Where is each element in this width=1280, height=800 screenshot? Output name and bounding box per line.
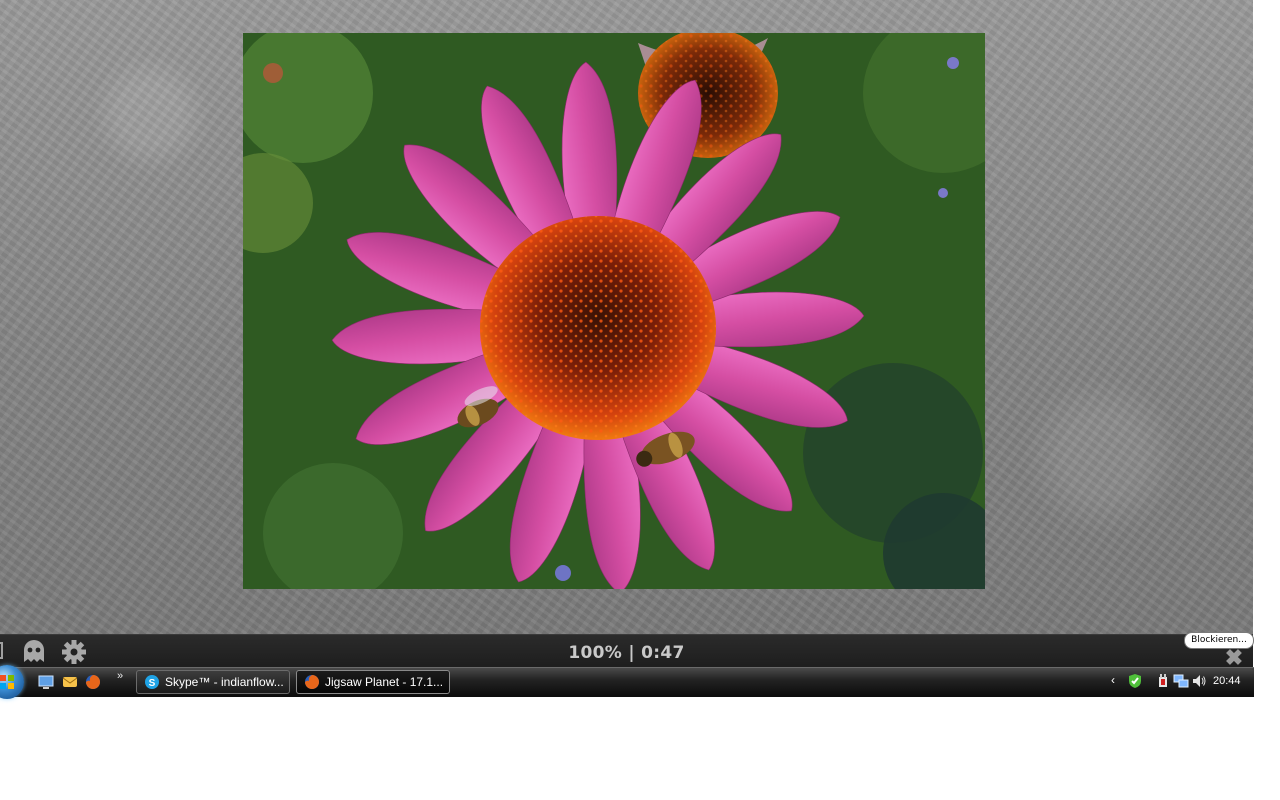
speaker-icon[interactable] bbox=[1191, 673, 1207, 689]
start-button[interactable] bbox=[0, 665, 24, 699]
firefox-icon[interactable] bbox=[85, 674, 101, 690]
windows-logo-icon bbox=[0, 675, 14, 689]
tray-expand-icon[interactable]: ‹ bbox=[1111, 673, 1115, 687]
mail-icon[interactable] bbox=[62, 674, 78, 690]
puzzle-image-coneflower[interactable] bbox=[243, 33, 985, 589]
firefox-icon bbox=[304, 674, 320, 690]
svg-text:S: S bbox=[149, 678, 156, 689]
network-icon[interactable] bbox=[1173, 673, 1189, 689]
taskbar-button-label: Skype™ - indianflow... bbox=[165, 675, 283, 689]
windows-taskbar: » S Skype™ - indianflow... Jigsaw Planet… bbox=[0, 665, 1254, 699]
clock[interactable]: 20:44 bbox=[1213, 675, 1241, 687]
puzzle-workspace[interactable] bbox=[0, 0, 1253, 634]
blockieren-tooltip: Blockieren... bbox=[1184, 632, 1254, 649]
show-desktop-icon[interactable] bbox=[38, 674, 54, 690]
taskbar-button-jigsaw-planet[interactable]: Jigsaw Planet - 17.1... bbox=[296, 670, 450, 694]
taskbar-button-skype[interactable]: S Skype™ - indianflow... bbox=[136, 670, 290, 694]
quick-launch-overflow-icon[interactable]: » bbox=[117, 670, 123, 682]
power-icon[interactable] bbox=[1155, 673, 1171, 689]
coneflower-photo bbox=[243, 33, 985, 589]
puzzle-control-bar: 100% | 0:47 ✖ bbox=[0, 634, 1253, 670]
shield-check-icon[interactable] bbox=[1127, 673, 1143, 689]
skype-icon: S bbox=[144, 674, 160, 690]
taskbar-button-label: Jigsaw Planet - 17.1... bbox=[325, 675, 443, 689]
progress-timer-status: 100% | 0:47 bbox=[568, 643, 685, 663]
